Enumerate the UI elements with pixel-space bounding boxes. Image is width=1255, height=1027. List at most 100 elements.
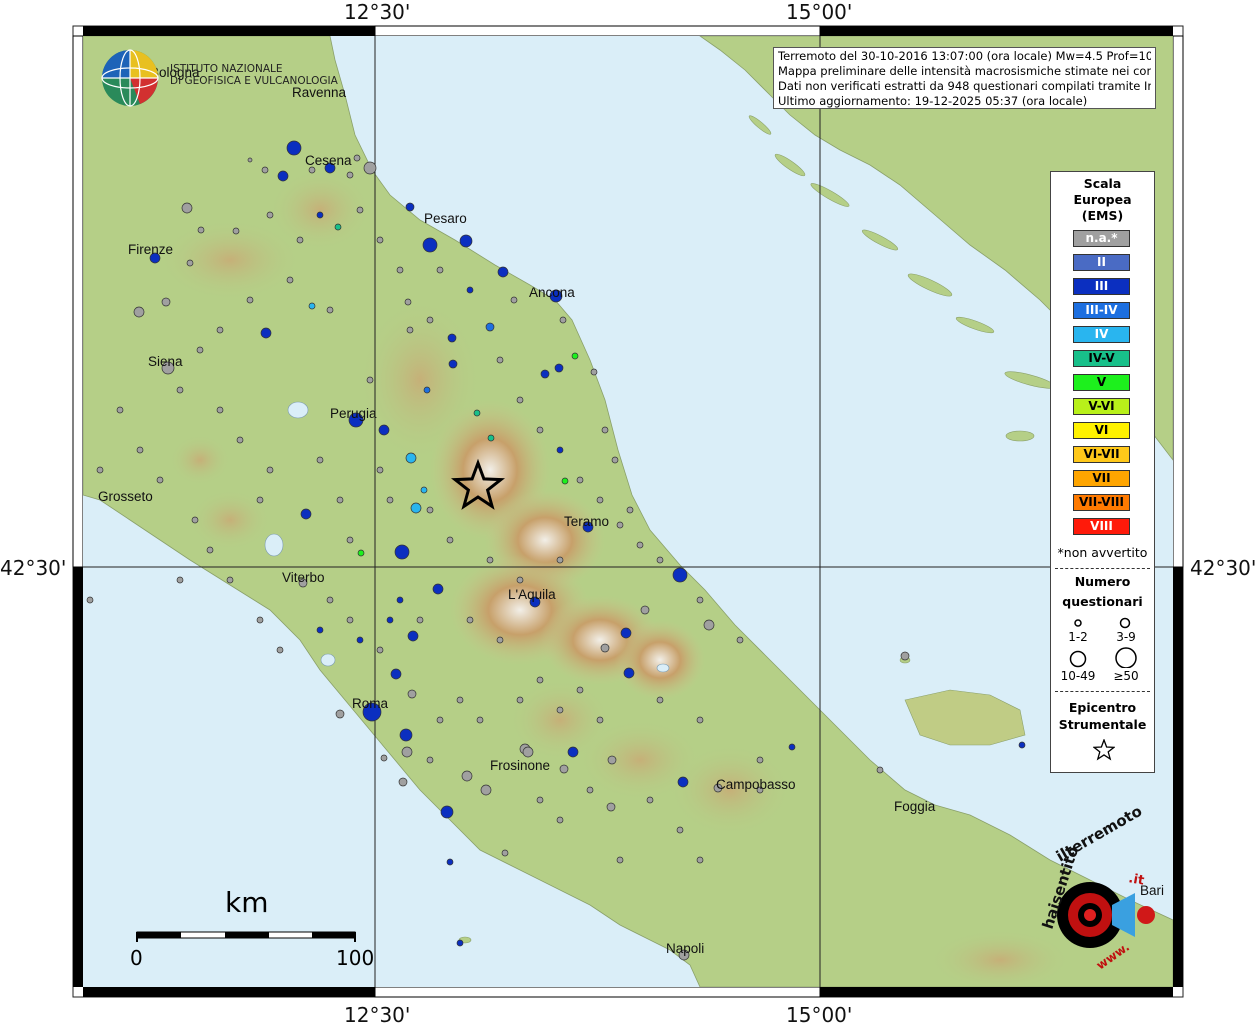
intensity-point (363, 161, 377, 175)
intensity-point (356, 636, 364, 644)
legend-class-1: II (1073, 254, 1130, 271)
intensity-point (590, 368, 598, 376)
intensity-point (261, 166, 269, 174)
intensity-point (1018, 741, 1026, 749)
intensity-point (420, 486, 428, 494)
intensity-point (426, 506, 434, 514)
intensity-point (376, 466, 384, 474)
city-laquila: L'Aquila (508, 587, 556, 602)
intensity-point (606, 802, 616, 812)
intensity-point (216, 326, 224, 334)
intensity-point (554, 363, 564, 373)
intensity-point (356, 206, 364, 214)
intensity-point (456, 939, 464, 947)
intensity-point (336, 496, 344, 504)
intensity-point (380, 754, 388, 762)
legend-class-5: IV-V (1073, 350, 1130, 367)
city-frosinone: Frosinone (490, 758, 550, 773)
info-line-data: Dati non verificati estratti da 948 ques… (778, 79, 1151, 93)
size-circle-large (1069, 650, 1087, 668)
intensity-point (497, 266, 509, 278)
city-napoli: Napoli (666, 941, 704, 956)
intensity-point (407, 689, 417, 699)
city-ravenna: Ravenna (292, 85, 347, 100)
intensity-point (206, 546, 214, 554)
intensity-point (366, 376, 374, 384)
intensity-point (703, 619, 715, 631)
institute-line-1: ISTITUTO NAZIONALE (170, 63, 283, 75)
city-teramo: Teramo (564, 514, 609, 529)
intensity-point (607, 755, 617, 765)
intensity-point (436, 266, 444, 274)
intensity-point (876, 766, 884, 774)
intensity-point (396, 266, 404, 274)
intensity-point (576, 686, 584, 694)
intensity-point (236, 436, 244, 444)
intensity-point (156, 476, 164, 484)
intensity-point (586, 786, 594, 794)
intensity-point (346, 616, 354, 624)
svg-text:.it: .it (1127, 871, 1145, 888)
intensity-point (501, 849, 509, 857)
ingv-logo (101, 49, 159, 107)
intensity-point (390, 668, 402, 680)
intensity-point (423, 386, 431, 394)
intensity-point (636, 541, 644, 549)
intensity-point (540, 369, 550, 379)
intensity-point (353, 154, 361, 162)
intensity-point (276, 646, 284, 654)
intensity-point (405, 452, 417, 464)
intensity-point (406, 326, 414, 334)
intensity-point (398, 777, 408, 787)
legend: Scala Europea (EMS) n.a.* II III III-IV IV IV… (1050, 171, 1155, 773)
intensity-point (357, 549, 365, 557)
intensity-point (197, 226, 205, 234)
intensity-point (516, 696, 524, 704)
legend-title-3: (EMS) (1081, 208, 1124, 223)
intensity-point (296, 236, 304, 244)
institute-name: ISTITUTO NAZIONALE DI GEOFISICA E VULCAN… (170, 63, 338, 87)
intensity-point (422, 237, 438, 253)
intensity-point (316, 626, 324, 634)
info-line-update: Ultimo aggiornamento: 19-12-2025 05:37 (… (778, 94, 1088, 108)
intensity-point (536, 796, 544, 804)
size-circle-small (1074, 619, 1082, 627)
intensity-point (216, 406, 224, 414)
info-line-event: Terremoto del 30-10-2016 13:07:00 (ora l… (778, 49, 1151, 63)
city-bari: Bari (1140, 883, 1164, 898)
legend-class-12: VIII (1073, 518, 1130, 535)
city-perugia: Perugia (330, 406, 377, 421)
city-roma: Roma (352, 696, 389, 711)
intensity-point (466, 616, 474, 624)
intensity-point (466, 286, 474, 294)
intensity-point (396, 596, 404, 604)
intensity-point (656, 696, 664, 704)
legend-count-3: 10-49 (1060, 669, 1096, 683)
intensity-point (626, 506, 634, 514)
intensity-point (677, 776, 689, 788)
legend-divider (1055, 568, 1150, 569)
intensity-point (404, 298, 412, 306)
intensity-point (900, 651, 910, 661)
intensity-point (246, 296, 254, 304)
event-info-box: Terremoto del 30-10-2016 13:07:00 (ora l… (773, 47, 1156, 109)
intensity-point (559, 316, 567, 324)
intensity-point (426, 756, 434, 764)
intensity-point (181, 202, 193, 214)
intensity-point (405, 202, 415, 212)
intensity-point (260, 327, 272, 339)
intensity-point (300, 508, 312, 520)
lat-label-left: 42°30' (0, 556, 67, 580)
city-viterbo: Viterbo (282, 570, 325, 585)
intensity-point (616, 856, 624, 864)
intensity-point (616, 521, 624, 529)
legend-count-title-1: Numero (1074, 574, 1131, 589)
intensity-point (346, 171, 354, 179)
intensity-point (401, 746, 413, 758)
legend-star-icon (1093, 739, 1115, 761)
legend-class-9: VI-VII (1073, 446, 1130, 463)
intensity-point (516, 396, 524, 404)
intensity-point (399, 728, 413, 742)
intensity-point (378, 424, 390, 436)
intensity-point (656, 556, 664, 564)
